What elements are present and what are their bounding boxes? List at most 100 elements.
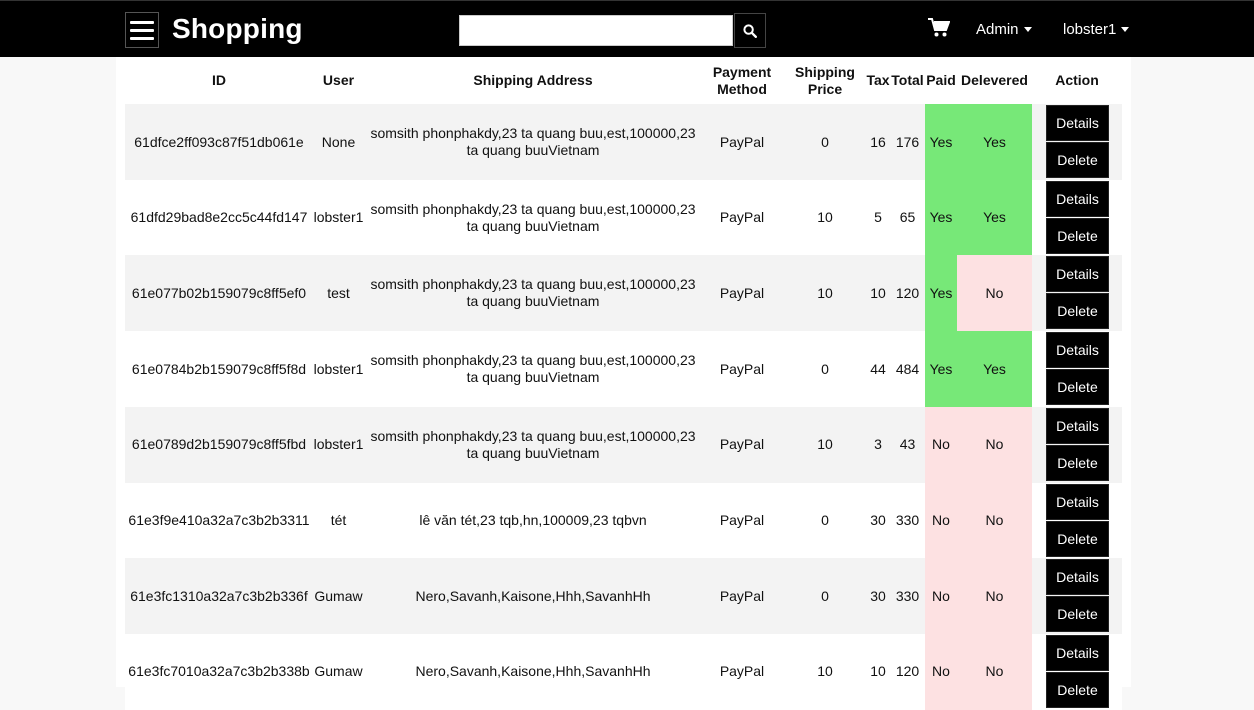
delete-button[interactable]: Delete: [1046, 520, 1109, 557]
header-payment-method: Payment Method: [712, 63, 772, 97]
cell-payment-method: PayPal: [719, 209, 765, 226]
table-row: 61dfce2ff093c87f51db061e None somsith phon…: [125, 104, 1122, 180]
details-button[interactable]: Details: [1046, 407, 1109, 444]
navbar: Shopping Admin lobster1: [0, 0, 1254, 57]
cell-tax: 10: [870, 284, 886, 301]
cell-delivered: Yes: [957, 104, 1032, 180]
hamburger-icon: [130, 20, 154, 24]
cell-tax: 16: [870, 133, 886, 150]
cell-user: lobster1: [313, 436, 364, 453]
cell-shipping-price: 0: [821, 512, 829, 528]
user-dropdown[interactable]: lobster1: [1063, 21, 1130, 38]
delete-button[interactable]: Delete: [1046, 369, 1109, 406]
cell-user: test: [327, 284, 350, 301]
delete-button[interactable]: Delete: [1046, 217, 1109, 254]
delete-button[interactable]: Delete: [1046, 596, 1109, 633]
cell-payment-method: PayPal: [719, 360, 765, 377]
cell-payment-method: PayPal: [719, 512, 765, 528]
cell-user: Gumaw: [314, 663, 363, 680]
cell-total: 43: [899, 436, 916, 453]
cell-delivered: Yes: [957, 179, 1032, 256]
cell-shipping-price: 0: [821, 133, 829, 150]
search-icon: [743, 23, 757, 38]
cell-user: lobster1: [313, 360, 364, 377]
cell-delivered: Yes: [957, 331, 1032, 408]
cell-id: 61e0784b2b159079c8ff5f8d: [131, 360, 307, 377]
cell-shipping-address: lê văn tét,23 tqb,hn,100009,23 tqbvn: [419, 512, 647, 528]
details-button[interactable]: Details: [1046, 105, 1109, 141]
cell-id: 61e3fc1310a32a7c3b2b336f: [130, 587, 308, 604]
delete-button[interactable]: Delete: [1046, 444, 1109, 481]
cell-tax: 44: [870, 360, 886, 377]
cell-tax: 5: [874, 209, 882, 226]
table-row: 61e3f9e410a32a7c3b2b3311 tét lê văn tét,23…: [125, 482, 1122, 559]
cell-tax: 30: [870, 512, 886, 528]
cell-payment-method: PayPal: [719, 587, 765, 604]
cell-total: 484: [895, 360, 920, 377]
header-action: Action: [1055, 72, 1099, 88]
cell-delivered: No: [957, 255, 1032, 332]
cell-shipping-price: 10: [817, 284, 833, 301]
search-input[interactable]: [459, 15, 733, 46]
cell-shipping-address: Nero,Savanh,Kaisone,Hhh,SavanhHh: [415, 587, 651, 604]
delete-button[interactable]: Delete: [1046, 293, 1109, 330]
cell-id: 61dfce2ff093c87f51db061e: [134, 133, 304, 150]
cell-paid: No: [925, 558, 957, 635]
menu-button[interactable]: [125, 12, 159, 48]
cell-shipping-address: somsith phonphakdy,23 ta quang buu,est,1…: [370, 276, 696, 310]
cell-id: 61e3fc7010a32a7c3b2b338b: [128, 663, 310, 680]
delete-button[interactable]: Delete: [1046, 142, 1109, 178]
cell-user: tét: [330, 512, 347, 528]
details-button[interactable]: Details: [1046, 483, 1109, 520]
table-row: 61e077b02b159079c8ff5ef0 test somsith phon…: [125, 255, 1122, 332]
cell-tax: 10: [870, 663, 886, 680]
header-total: Total: [891, 72, 924, 88]
cell-shipping-price: 10: [817, 209, 833, 226]
details-button[interactable]: Details: [1046, 180, 1109, 217]
table-row: 61e3fc1310a32a7c3b2b336f Gumaw Nero,Savanh…: [125, 558, 1122, 635]
cell-user: lobster1: [313, 209, 364, 226]
table-header: ID User Shipping Address Payment Method …: [0, 57, 1254, 104]
cell-tax: 3: [874, 436, 882, 453]
header-delivered: Delevered: [961, 72, 1028, 88]
cell-id: 61e0789d2b159079c8ff5fbd: [131, 436, 307, 453]
cell-delivered: No: [957, 482, 1032, 559]
cell-id: 61dfd29bad8e2cc5c44fd147: [130, 209, 308, 226]
cell-total: 176: [895, 133, 920, 150]
cell-shipping-price: 10: [817, 663, 833, 680]
details-button[interactable]: Details: [1046, 332, 1109, 369]
cell-shipping-address: Nero,Savanh,Kaisone,Hhh,SavanhHh: [415, 663, 651, 680]
cell-delivered: No: [957, 406, 1032, 483]
admin-dropdown[interactable]: Admin: [976, 21, 1032, 38]
cell-delivered: No: [957, 633, 1032, 710]
cell-user: Gumaw: [314, 587, 363, 604]
cell-payment-method: PayPal: [719, 284, 765, 301]
cell-shipping-address: somsith phonphakdy,23 ta quang buu,est,1…: [370, 352, 696, 386]
cell-tax: 30: [870, 587, 886, 604]
details-button[interactable]: Details: [1046, 256, 1109, 293]
details-button[interactable]: Details: [1046, 559, 1109, 596]
header-id: ID: [212, 72, 226, 88]
cell-shipping-address: somsith phonphakdy,23 ta quang buu,est,1…: [370, 125, 696, 158]
cell-shipping-address: somsith phonphakdy,23 ta quang buu,est,1…: [370, 427, 696, 461]
search-button[interactable]: [734, 13, 766, 48]
cart-icon[interactable]: [928, 18, 950, 38]
table-row: 61e0789d2b159079c8ff5fbd lobster1 somsith …: [125, 406, 1122, 483]
cell-total: 330: [895, 587, 920, 604]
details-button[interactable]: Details: [1046, 634, 1109, 671]
chevron-down-icon: [1023, 27, 1032, 32]
cell-delivered: No: [957, 558, 1032, 635]
cell-total: 120: [895, 663, 920, 680]
cell-paid: Yes: [925, 179, 957, 256]
header-paid: Paid: [926, 72, 956, 88]
cell-total: 120: [895, 284, 920, 301]
cell-shipping-address: somsith phonphakdy,23 ta quang buu,est,1…: [370, 200, 696, 234]
cell-paid: Yes: [925, 255, 957, 332]
cell-paid: No: [925, 633, 957, 710]
cell-total: 330: [895, 512, 920, 528]
brand-title[interactable]: Shopping: [172, 13, 303, 45]
cell-shipping-price: 10: [817, 436, 833, 453]
delete-button[interactable]: Delete: [1046, 671, 1109, 708]
cell-paid: Yes: [925, 331, 957, 408]
table-row: 61dfd29bad8e2cc5c44fd147 lobster1 somsith …: [125, 179, 1122, 256]
